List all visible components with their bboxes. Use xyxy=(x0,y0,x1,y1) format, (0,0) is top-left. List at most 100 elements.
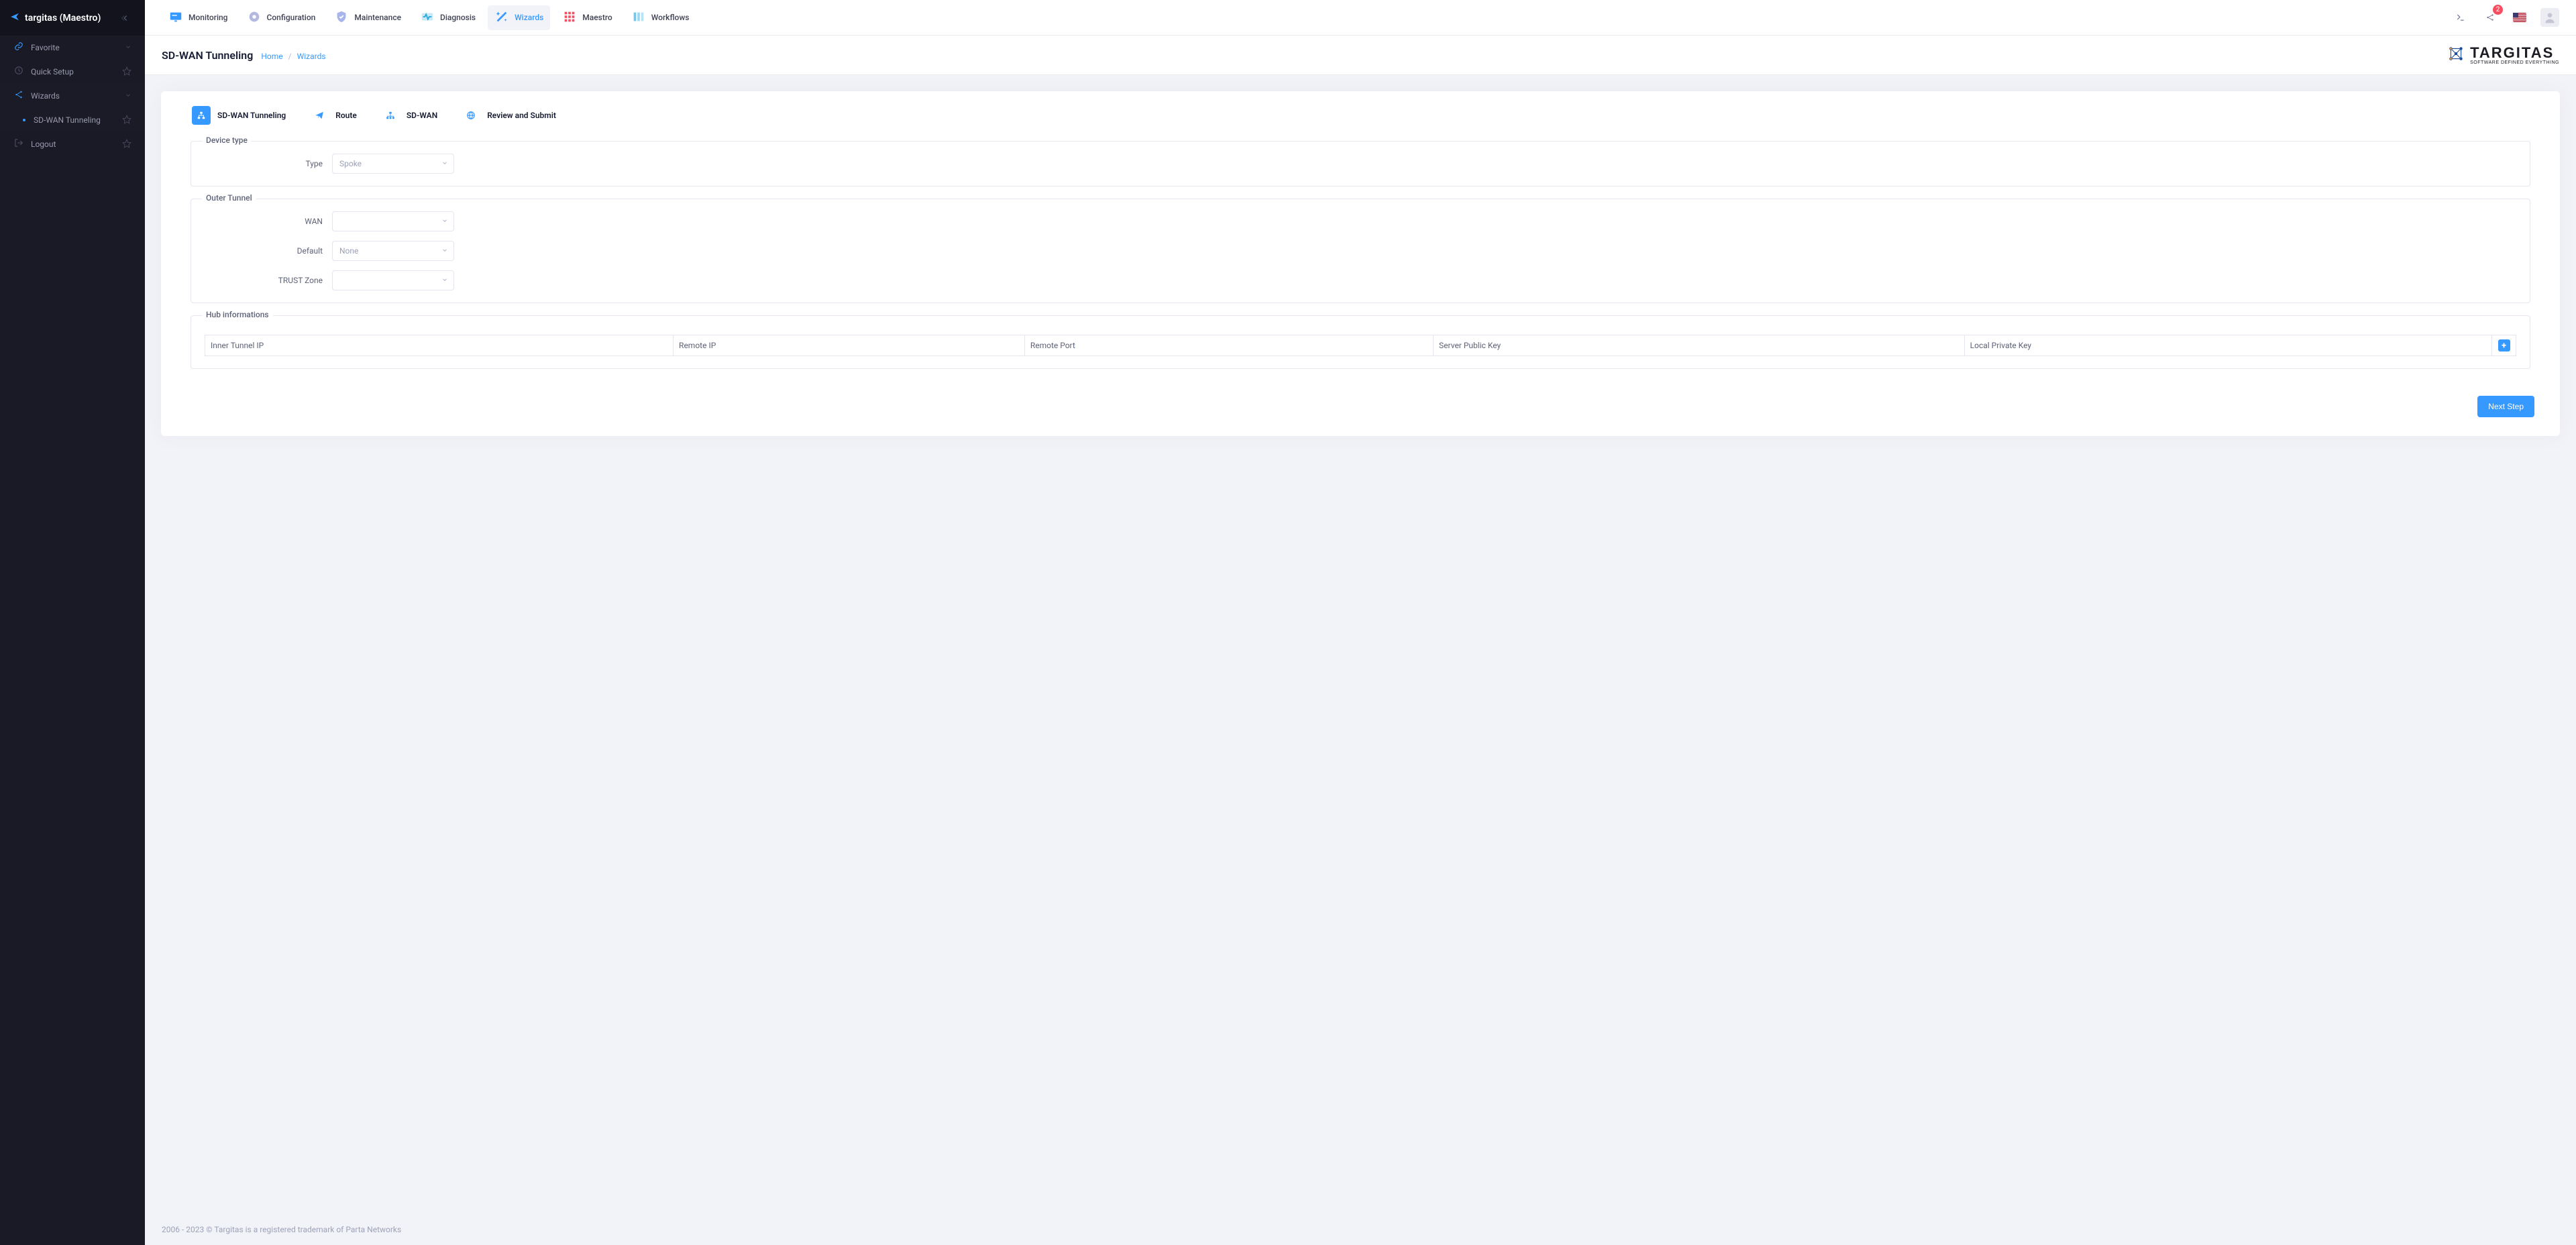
step-label: Review and Submit xyxy=(487,111,556,120)
topnav-item-diagnosis[interactable]: Diagnosis xyxy=(413,5,482,30)
step-sd-wan[interactable]: SD-WAN xyxy=(381,106,437,125)
label-type: Type xyxy=(205,159,323,168)
next-step-button[interactable]: Next Step xyxy=(2477,396,2534,417)
topnav-item-label: Monitoring xyxy=(189,13,228,22)
fieldset-hub-info: Hub informations Inner Tunnel IP Remote … xyxy=(191,315,2530,369)
star-icon[interactable] xyxy=(122,139,131,150)
step-label: SD-WAN Tunneling xyxy=(217,111,286,120)
add-row-button[interactable]: + xyxy=(2498,339,2510,351)
chevron-down-icon xyxy=(441,159,448,168)
bullet-icon xyxy=(23,119,25,121)
brand-logo-sub: SOFTWARE DEFINED EVERYTHING xyxy=(2470,60,2559,65)
sidebar-item-label: Quick Setup xyxy=(31,67,74,76)
sidebar-item-label: Favorite xyxy=(31,43,60,52)
grid-icon xyxy=(562,9,577,26)
step-route[interactable]: Route xyxy=(310,106,357,125)
sidebar-item-label: Logout xyxy=(31,140,56,149)
select-wan[interactable] xyxy=(332,211,454,231)
topnav-item-label: Maintenance xyxy=(354,13,401,22)
topnav-item-workflows[interactable]: Workflows xyxy=(625,5,696,30)
paper-plane-icon xyxy=(310,106,329,125)
select-default-value: None xyxy=(339,246,358,256)
col-server-public-key: Server Public Key xyxy=(1434,335,1965,356)
label-default: Default xyxy=(205,246,323,256)
link-icon xyxy=(13,42,24,54)
language-button[interactable] xyxy=(2511,9,2528,26)
select-trust-zone[interactable] xyxy=(332,270,454,290)
sidebar: targitas (Maestro) Favorite Quick Setup xyxy=(0,0,145,1245)
chevron-down-icon xyxy=(441,276,448,285)
legend-device-type: Device type xyxy=(202,136,252,145)
breadcrumb: Home / Wizards xyxy=(261,52,325,61)
notifications-button[interactable]: 2 xyxy=(2481,9,2499,26)
clock-icon xyxy=(13,66,24,78)
topnav: Monitoring Configuration Maintenance Diagno… xyxy=(145,0,2576,36)
col-remote-port: Remote Port xyxy=(1024,335,1433,356)
sidebar-item-logout[interactable]: Logout xyxy=(0,132,145,156)
sidebar-item-wizards[interactable]: Wizards xyxy=(0,84,145,108)
star-icon[interactable] xyxy=(122,66,131,78)
globe-icon xyxy=(462,106,480,125)
sidebar-header: targitas (Maestro) xyxy=(0,0,145,36)
logo-mark-icon xyxy=(2447,45,2465,65)
sidebar-item-label: Wizards xyxy=(31,91,60,101)
notification-badge: 2 xyxy=(2493,5,2503,15)
paper-plane-icon xyxy=(10,12,19,24)
brand-logo: TARGITAS SOFTWARE DEFINED EVERYTHING xyxy=(2447,45,2559,65)
col-add: + xyxy=(2492,335,2516,356)
sidebar-collapse-button[interactable] xyxy=(116,9,135,28)
brand[interactable]: targitas (Maestro) xyxy=(10,12,101,24)
chevron-down-icon xyxy=(125,43,131,52)
sidebar-item-quick-setup[interactable]: Quick Setup xyxy=(0,60,145,84)
col-inner-tunnel-ip: Inner Tunnel IP xyxy=(205,335,674,356)
gear-icon xyxy=(247,9,262,26)
select-type-value: Spoke xyxy=(339,159,362,168)
user-avatar[interactable] xyxy=(2540,8,2559,27)
select-type[interactable]: Spoke xyxy=(332,154,454,174)
sidebar-item-favorite[interactable]: Favorite xyxy=(0,36,145,60)
fieldset-outer-tunnel: Outer Tunnel WAN Default None xyxy=(191,199,2530,303)
shield-icon xyxy=(334,9,349,26)
topnav-item-wizards[interactable]: Wizards xyxy=(488,5,550,30)
sidebar-item-label: SD-WAN Tunneling xyxy=(34,115,101,125)
topnav-item-label: Configuration xyxy=(267,13,316,22)
sidebar-wizards-children: SD-WAN Tunneling xyxy=(0,108,145,132)
topnav-item-maintenance[interactable]: Maintenance xyxy=(327,5,408,30)
terminal-button[interactable] xyxy=(2452,9,2469,26)
monitor-icon xyxy=(168,9,183,26)
stepper: SD-WAN Tunneling Route SD-WAN Review and Su… xyxy=(181,105,2540,134)
hub-table: Inner Tunnel IP Remote IP Remote Port Se… xyxy=(205,335,2516,356)
step-review-and-submit[interactable]: Review and Submit xyxy=(462,106,556,125)
page-footer: 2006 - 2023 © Targitas is a registered t… xyxy=(145,1217,2576,1245)
network-icon xyxy=(192,106,211,125)
topnav-item-label: Diagnosis xyxy=(440,13,476,22)
fieldset-device-type: Device type Type Spoke xyxy=(191,141,2530,186)
chevron-down-icon xyxy=(441,246,448,256)
chevron-down-icon xyxy=(125,91,131,101)
select-default[interactable]: None xyxy=(332,241,454,261)
step-label: Route xyxy=(335,111,357,120)
share-icon xyxy=(13,90,24,102)
brand-title: targitas (Maestro) xyxy=(25,13,101,23)
topnav-item-maestro[interactable]: Maestro xyxy=(555,5,619,30)
chevron-down-icon xyxy=(441,217,448,226)
subheader: SD-WAN Tunneling Home / Wizards TARGITAS… xyxy=(145,36,2576,75)
topnav-item-monitoring[interactable]: Monitoring xyxy=(162,5,235,30)
footer-text: 2006 - 2023 © Targitas is a registered t… xyxy=(162,1225,401,1234)
page-title: SD-WAN Tunneling xyxy=(162,49,253,62)
sidebar-item-sdwan-tunneling[interactable]: SD-WAN Tunneling xyxy=(0,108,145,132)
col-remote-ip: Remote IP xyxy=(674,335,1025,356)
legend-outer-tunnel: Outer Tunnel xyxy=(202,193,256,203)
topnav-item-configuration[interactable]: Configuration xyxy=(240,5,323,30)
pulse-icon xyxy=(420,9,435,26)
step-sd-wan-tunneling[interactable]: SD-WAN Tunneling xyxy=(192,106,286,125)
label-trust-zone: TRUST Zone xyxy=(205,276,323,285)
star-icon[interactable] xyxy=(122,115,131,126)
legend-hub-info: Hub informations xyxy=(202,310,273,319)
breadcrumb-home[interactable]: Home xyxy=(261,52,282,61)
breadcrumb-wizards[interactable]: Wizards xyxy=(297,52,326,61)
wizard-card: SD-WAN Tunneling Route SD-WAN Review and Su… xyxy=(161,91,2560,436)
wand-icon xyxy=(494,9,509,26)
topnav-item-label: Workflows xyxy=(651,13,690,22)
label-wan: WAN xyxy=(205,217,323,226)
